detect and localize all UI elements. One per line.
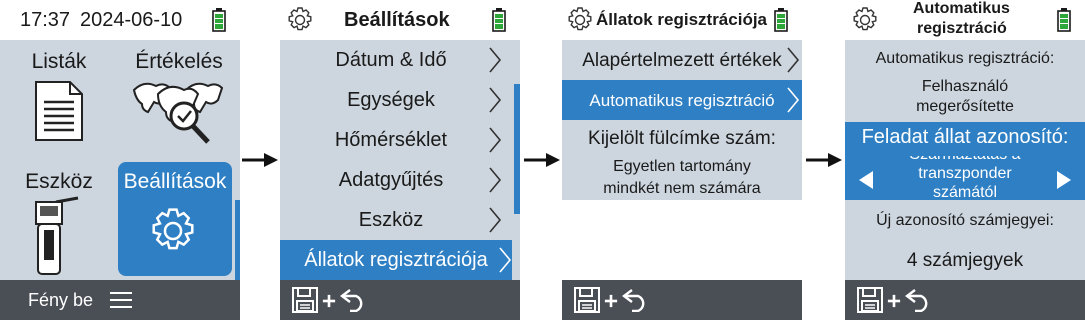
settings-menu: Dátum & Idő Egységek Hőmérséklet Adatgyű…	[280, 40, 520, 280]
task-id-value-line3: számától	[932, 184, 998, 198]
tile-device[interactable]: Eszköz	[0, 160, 118, 280]
tile-lists-label: Listák	[31, 50, 87, 73]
animal-registration-screen: Állatok regisztrációja Alapértelmezett é…	[562, 0, 802, 320]
tile-evaluation-label: Értékelés	[135, 50, 223, 73]
page-title-line2: regisztráció	[917, 20, 1007, 37]
return-arrow-icon[interactable]	[903, 286, 933, 312]
page-title: Állatok regisztrációja	[596, 10, 768, 29]
scrollbar[interactable]	[235, 200, 240, 280]
chevron-right-icon	[488, 47, 502, 73]
save-icon[interactable]	[292, 287, 318, 313]
flow-arrow-icon	[242, 150, 278, 170]
title-bar: Állatok regisztrációja	[562, 0, 802, 40]
new-id-digits-label: Új azonosító számjegyei:	[876, 212, 1054, 229]
tile-evaluation[interactable]: Értékelés	[118, 40, 240, 160]
tag-number-label: Kijelölt fülcímke szám:	[588, 128, 776, 149]
auto-registration-label: Automatikus regisztráció:	[875, 50, 1055, 67]
menu-item-temperature[interactable]: Hőmérséklet	[280, 120, 502, 160]
home-tiles: Listák Értékelés Eszköz Beállítások	[0, 40, 240, 280]
footer-bar	[845, 280, 1085, 320]
auto-registration-value-line2: megerősítette	[916, 98, 1014, 115]
arrow-right-icon[interactable]	[1055, 170, 1073, 190]
light-toggle-label[interactable]: Fény be	[28, 290, 93, 311]
chevron-right-icon	[488, 87, 502, 113]
task-id-value-line1: Származtatás a	[845, 156, 1085, 164]
auto-registration-screen: Automatikus regisztráció Automatikus reg…	[845, 0, 1085, 320]
flow-arrow-icon	[524, 150, 560, 170]
menu-item-label: Hőmérséklet	[334, 129, 448, 151]
auto-registration-form: Automatikus regisztráció: Felhasználó me…	[845, 40, 1085, 280]
registration-menu: Alapértelmezett értékek Automatikus regi…	[562, 40, 802, 200]
clock-time: 17:37	[20, 9, 71, 31]
page-title-line1: Automatikus	[913, 0, 1010, 17]
gear-icon	[851, 6, 879, 34]
menu-item-label: Automatikus regisztráció	[589, 91, 775, 110]
battery-icon	[774, 8, 788, 32]
task-id-selector[interactable]: Feladat állat azonosító: Származtatás a …	[845, 122, 1085, 200]
chevron-right-icon	[498, 247, 512, 273]
new-id-digits-value[interactable]: 4 számjegyek	[845, 250, 1085, 272]
title-bar: Automatikus regisztráció	[845, 0, 1085, 40]
chevron-right-icon	[488, 167, 502, 193]
chevron-right-icon	[488, 127, 502, 153]
plus-icon	[887, 294, 901, 308]
menu-item-default-values[interactable]: Alapértelmezett értékek	[562, 40, 802, 80]
footer-bar	[280, 280, 520, 320]
settings-screen: Beállítások Dátum & Idő Egységek Hőmérsé…	[280, 0, 520, 320]
battery-icon	[212, 8, 226, 32]
menu-item-date-time[interactable]: Dátum & Idő	[280, 40, 502, 80]
menu-item-label: Eszköz	[358, 209, 424, 231]
menu-item-label: Alapértelmezett értékek	[582, 50, 782, 71]
clock-date: 2024-06-10	[80, 9, 183, 31]
save-icon[interactable]	[574, 287, 600, 313]
chevron-right-icon	[786, 87, 800, 113]
tag-number-value-line1: Egyetlen tartomány	[613, 158, 751, 175]
menu-item-auto-registration[interactable]: Automatikus regisztráció	[562, 80, 802, 120]
tile-settings[interactable]: Beállítások	[118, 162, 232, 276]
hamburger-icon[interactable]	[110, 291, 132, 309]
return-arrow-icon[interactable]	[620, 286, 650, 312]
flow-arrow-icon	[806, 150, 842, 170]
return-arrow-icon[interactable]	[338, 286, 368, 312]
reader-device-icon	[35, 196, 79, 275]
status-bar: 17:37 2024-06-10	[0, 0, 240, 40]
task-id-label: Feladat állat azonosító:	[861, 126, 1069, 148]
scrollbar[interactable]	[514, 84, 520, 214]
footer-bar	[562, 280, 802, 320]
page-title: Beállítások	[344, 9, 450, 31]
title-bar: Beállítások	[280, 0, 520, 40]
footer-bar: Fény be	[0, 280, 240, 320]
gear-icon	[566, 6, 594, 34]
task-id-value: Származtatás a transzponder számától	[845, 156, 1085, 198]
plus-icon	[322, 294, 336, 308]
task-id-value-line2: transzponder	[918, 165, 1012, 182]
chevron-right-icon	[488, 207, 502, 233]
save-icon[interactable]	[857, 287, 883, 313]
menu-item-data-collection[interactable]: Adatgyűjtés	[280, 160, 502, 200]
gear-icon	[152, 208, 194, 250]
tile-device-label: Eszköz	[25, 170, 93, 193]
battery-icon	[492, 8, 506, 32]
battery-icon	[1057, 8, 1071, 32]
menu-item-animal-registration[interactable]: Állatok regisztrációja	[280, 240, 512, 280]
cattle-evaluation-icon	[132, 82, 224, 144]
menu-item-label: Adatgyűjtés	[338, 169, 444, 191]
tile-lists[interactable]: Listák	[0, 40, 118, 160]
menu-item-label: Állatok regisztrációja	[304, 249, 488, 271]
arrow-left-icon[interactable]	[857, 170, 875, 190]
menu-item-label: Egységek	[347, 89, 435, 111]
tag-number-value-line2: mindkét nem számára	[603, 180, 761, 197]
list-document-icon	[35, 81, 83, 141]
plus-icon	[604, 294, 618, 308]
menu-item-device[interactable]: Eszköz	[280, 200, 502, 240]
menu-item-label: Dátum & Idő	[335, 49, 447, 71]
auto-registration-value-line1: Felhasználó	[921, 78, 1009, 95]
home-screen: 17:37 2024-06-10 Listák Értékelés Eszköz…	[0, 0, 240, 320]
tile-settings-label: Beállítások	[123, 170, 227, 193]
chevron-right-icon	[786, 47, 800, 73]
menu-item-units[interactable]: Egységek	[280, 80, 502, 120]
gear-icon	[286, 6, 314, 34]
